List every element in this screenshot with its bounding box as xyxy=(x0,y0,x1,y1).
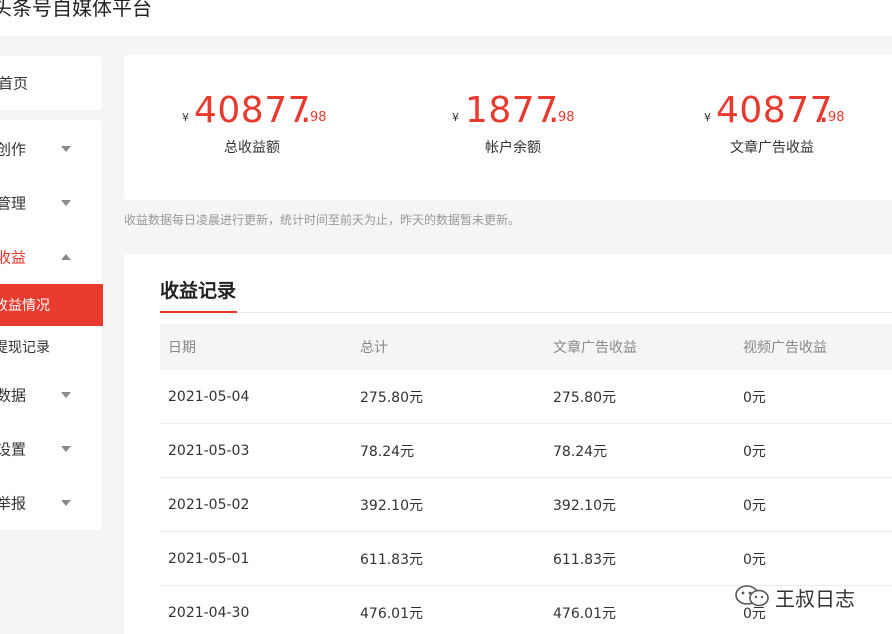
data-update-notice: 收益数据每日凌晨进行更新，统计时间至前天为止，昨天的数据暂未更新。 xyxy=(124,213,521,227)
sidebar-item-label: 设置 xyxy=(0,440,27,459)
currency-symbol: ¥ xyxy=(182,111,189,124)
stat-article-ad-income: ¥ 40877 . 98 文章广告收益 xyxy=(704,85,892,156)
stat-amount-decimal: 98 xyxy=(310,110,327,125)
cell-total: 78.24元 xyxy=(360,443,415,460)
sidebar-item-income[interactable]: 收益 xyxy=(0,232,102,282)
cell-total: 611.83元 xyxy=(360,551,423,568)
chevron-down-icon xyxy=(61,200,71,206)
column-header-article-ad: 文章广告收益 xyxy=(553,340,637,356)
income-summary-card: ¥ 40877 . 98 总收益额 ¥ 1877 . 98 帐户余额 ¥ 408… xyxy=(124,55,892,200)
top-bar: 头条号自媒体平台 xyxy=(0,0,892,36)
sidebar-item-label: 数据 xyxy=(0,386,27,405)
cell-article-ad: 611.83元 xyxy=(553,551,616,568)
stat-amount-decimal: 98 xyxy=(558,110,575,125)
cell-article-ad: 78.24元 xyxy=(553,443,608,460)
cell-video-ad: 0元 xyxy=(743,497,766,514)
sidebar-item-data[interactable]: 数据 xyxy=(0,370,102,420)
sidebar-subitem-income-overview[interactable]: 收益情况 xyxy=(0,284,103,326)
tab-divider xyxy=(160,312,892,313)
sidebar-item-manage[interactable]: 管理 xyxy=(0,178,102,228)
table-header: 日期 总计 文章广告收益 视频广告收益 xyxy=(160,324,892,370)
tab-income-records[interactable]: 收益记录 xyxy=(160,276,236,303)
cell-video-ad: 0元 xyxy=(743,551,766,568)
cell-video-ad: 0元 xyxy=(743,389,766,406)
table-row: 2021-05-02 392.10元 392.10元 0元 xyxy=(160,478,892,532)
cell-video-ad: 0元 xyxy=(743,443,766,460)
sidebar-menu: 创作 管理 收益 收益情况 提现记录 数据 设置 举报 xyxy=(0,120,103,530)
column-header-video-ad: 视频广告收益 xyxy=(743,340,827,356)
table-row: 2021-05-03 78.24元 78.24元 0元 xyxy=(160,424,892,478)
cell-date: 2021-05-02 xyxy=(168,496,250,513)
stat-caption: 文章广告收益 xyxy=(730,140,814,156)
sidebar-item-label: 创作 xyxy=(0,140,27,159)
table-row: 2021-05-01 611.83元 611.83元 0元 xyxy=(160,532,892,586)
sidebar-item-settings[interactable]: 设置 xyxy=(0,424,102,474)
cell-total: 392.10元 xyxy=(360,497,423,514)
stat-amount-integer: 40877 xyxy=(194,90,312,131)
sidebar-item-label: 举报 xyxy=(0,494,27,513)
cell-article-ad: 275.80元 xyxy=(553,389,616,406)
stat-amount-decimal: 98 xyxy=(828,110,845,125)
stat-account-balance: ¥ 1877 . 98 帐户余额 xyxy=(452,85,672,156)
sidebar-item-home[interactable]: 首页 xyxy=(0,58,102,108)
cell-date: 2021-05-01 xyxy=(168,550,250,567)
active-tab-indicator xyxy=(160,311,237,313)
stat-total-income: ¥ 40877 . 98 总收益额 xyxy=(182,85,402,156)
chevron-down-icon xyxy=(61,392,71,398)
column-header-total: 总计 xyxy=(360,340,388,356)
cell-date: 2021-04-30 xyxy=(168,604,250,621)
chevron-down-icon xyxy=(61,146,71,152)
watermark-text: 王叔日志 xyxy=(775,587,855,611)
sidebar-subitem-withdraw-records[interactable]: 提现记录 xyxy=(0,326,103,368)
chevron-up-icon xyxy=(61,254,71,260)
sidebar-item-label: 管理 xyxy=(0,194,27,213)
sidebar-item-report[interactable]: 举报 xyxy=(0,478,102,528)
wechat-icon xyxy=(735,585,769,607)
sidebar-subitem-label: 收益情况 xyxy=(0,298,50,314)
cell-total: 476.01元 xyxy=(360,605,423,622)
cell-article-ad: 392.10元 xyxy=(553,497,616,514)
sidebar-item-label: 首页 xyxy=(0,74,29,93)
stat-caption: 总收益额 xyxy=(224,140,280,156)
cell-date: 2021-05-04 xyxy=(168,388,250,405)
income-records-card: 收益记录 日期 总计 文章广告收益 视频广告收益 2021-05-04 275.… xyxy=(124,254,892,634)
table-row: 2021-05-04 275.80元 275.80元 0元 xyxy=(160,370,892,424)
cell-article-ad: 476.01元 xyxy=(553,605,616,622)
stat-caption: 帐户余额 xyxy=(485,140,541,156)
stat-amount-integer: 1877 xyxy=(465,90,559,131)
chevron-down-icon xyxy=(61,446,71,452)
currency-symbol: ¥ xyxy=(452,111,459,124)
sidebar-subitem-label: 提现记录 xyxy=(0,340,50,356)
app-title: 头条号自媒体平台 xyxy=(0,0,152,20)
sidebar-home-card: 首页 xyxy=(0,56,102,110)
column-header-date: 日期 xyxy=(168,340,196,356)
chevron-down-icon xyxy=(61,500,71,506)
sidebar-item-create[interactable]: 创作 xyxy=(0,124,102,174)
sidebar-item-label: 收益 xyxy=(0,248,27,267)
currency-symbol: ¥ xyxy=(704,111,711,124)
cell-date: 2021-05-03 xyxy=(168,442,250,459)
cell-total: 275.80元 xyxy=(360,389,423,406)
stat-amount-integer: 40877 xyxy=(716,90,834,131)
